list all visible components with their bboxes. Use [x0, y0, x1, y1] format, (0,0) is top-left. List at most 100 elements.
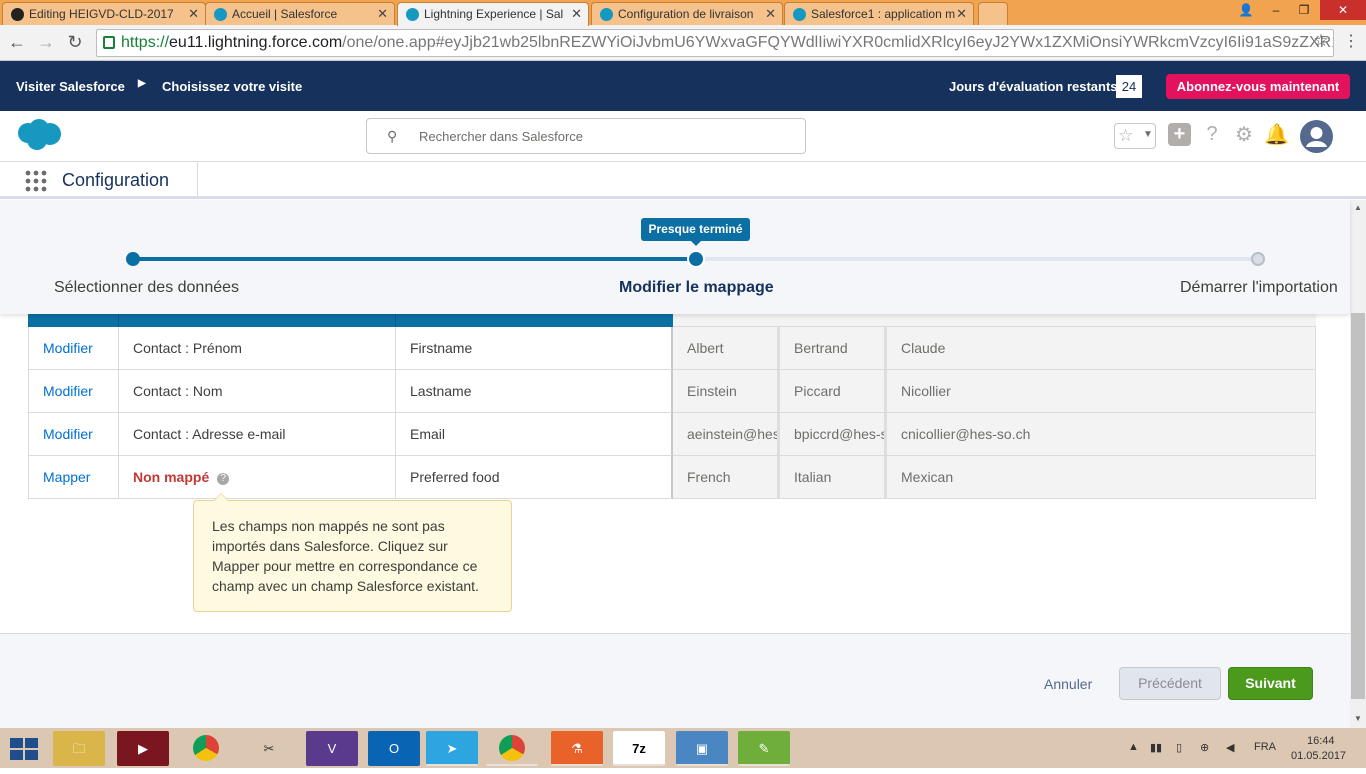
global-search-input[interactable]: ⚲ Rechercher dans Salesforce [366, 118, 806, 154]
snipping-tool-icon[interactable]: ✂ [243, 731, 295, 766]
forward-icon[interactable]: → [35, 32, 57, 53]
close-icon[interactable]: ✕ [956, 6, 967, 22]
sample-value: French [673, 456, 780, 499]
salesforce-logo[interactable] [16, 119, 62, 151]
close-icon[interactable]: ✕ [765, 6, 776, 22]
salesforce-field: Contact : Nom [119, 370, 396, 413]
tool-icon[interactable]: ⚗ [551, 731, 603, 766]
app-nav-bar: Configuration [0, 162, 1366, 199]
unmapped-tooltip: Les champs non mappés ne sont pas import… [193, 500, 512, 612]
favorites-button[interactable]: ☆ ▼ [1114, 123, 1156, 149]
source-column: Lastname [396, 370, 673, 413]
choose-tour-link[interactable]: Choisissez votre visite [162, 79, 302, 94]
global-header: ⚲ Rechercher dans Salesforce ☆ ▼ + ? ⚙ 🔔 [0, 111, 1366, 162]
menu-icon[interactable]: ⋮ [1340, 31, 1362, 51]
progress-bar-completed [133, 257, 696, 261]
network-icon[interactable]: ⊕ [1200, 741, 1209, 754]
edit-mapping-link[interactable]: Modifier [28, 413, 119, 456]
progress-bar-remaining [696, 257, 1258, 261]
subscribe-button[interactable]: Abonnez-vous maintenant [1166, 74, 1350, 99]
visit-salesforce-link[interactable]: Visiter Salesforce [16, 79, 125, 94]
salesforce-icon [214, 8, 227, 21]
user-avatar[interactable] [1300, 120, 1333, 153]
trial-days-label: Jours d'évaluation restants [949, 79, 1118, 94]
lock-icon [103, 36, 115, 49]
close-icon[interactable]: ✕ [377, 6, 388, 22]
tooltip-arrow-fill [214, 494, 228, 501]
next-button[interactable]: Suivant [1228, 667, 1313, 700]
step-todo-marker [1251, 252, 1265, 266]
gear-icon[interactable]: ⚙ [1232, 122, 1256, 147]
maximize-button[interactable]: ❐ [1290, 0, 1318, 20]
scroll-up-icon[interactable]: ▲ [1354, 203, 1362, 212]
app-launcher-icon[interactable] [25, 170, 47, 192]
signal-icon[interactable]: ▮▮ [1150, 741, 1162, 754]
7zip-icon[interactable]: 7z [613, 731, 665, 766]
previous-button[interactable]: Précédent [1119, 667, 1221, 700]
edit-mapping-link[interactable]: Modifier [28, 327, 119, 370]
chrome-icon[interactable] [180, 731, 232, 766]
cancel-button[interactable]: Annuler [1044, 676, 1092, 692]
back-icon[interactable]: ← [6, 32, 28, 53]
map-field-link[interactable]: Mapper [28, 456, 119, 499]
close-icon[interactable]: ✕ [571, 6, 582, 22]
browser-tab[interactable]: Salesforce1 : application m ✕ [784, 2, 974, 25]
star-icon: ☆ [1118, 126, 1134, 145]
windows-start-icon[interactable] [10, 738, 38, 760]
salesforce-icon [600, 8, 613, 21]
source-column: Email [396, 413, 673, 456]
wizard-footer: Annuler Précédent Suivant [0, 633, 1350, 728]
salesforce-field: Contact : Adresse e-mail [119, 413, 396, 456]
battery-icon[interactable]: ▯ [1176, 741, 1182, 754]
reload-icon[interactable]: ↻ [64, 32, 86, 53]
language-indicator[interactable]: FRA [1254, 741, 1276, 753]
new-tab-button[interactable] [978, 2, 1008, 25]
telegram-icon[interactable]: ➤ [426, 731, 478, 766]
unmapped-label: Non mappé [133, 469, 210, 485]
step-current-marker [689, 252, 703, 266]
sample-value: aeinstein@hes [673, 413, 780, 456]
scroll-down-icon[interactable]: ▼ [1354, 714, 1362, 723]
divider [197, 162, 198, 196]
global-actions-plus-icon[interactable]: + [1168, 123, 1191, 146]
import-progress-indicator: Presque terminé Sélectionner des données… [0, 200, 1350, 314]
scrollbar-thumb[interactable] [1351, 313, 1365, 699]
browser-tab-strip: Editing HEIGVD-CLD-2017 ✕ Accueil | Sale… [0, 0, 1366, 26]
user-icon [1306, 127, 1327, 147]
table-header-bar [28, 314, 673, 327]
sample-header-bar [673, 314, 1316, 327]
play-icon: ▶ [138, 78, 146, 89]
chevron-down-icon: ▼ [1143, 129, 1153, 140]
sample-value: Piccard [780, 370, 887, 413]
help-icon[interactable]: ? [1200, 123, 1224, 146]
sample-value: Mexican [887, 456, 1316, 499]
chrome-icon[interactable] [486, 731, 538, 766]
user-icon[interactable]: 👤 [1232, 0, 1260, 20]
image-viewer-icon[interactable]: ▣ [676, 731, 728, 766]
edit-mapping-link[interactable]: Modifier [28, 370, 119, 413]
progress-badge: Presque terminé [641, 218, 750, 241]
editor-icon[interactable]: ✎ [738, 731, 790, 766]
browser-tab[interactable]: Editing HEIGVD-CLD-2017 ✕ [2, 2, 206, 25]
sample-value: Bertrand [780, 327, 887, 370]
close-icon[interactable]: ✕ [188, 6, 199, 22]
file-explorer-icon[interactable]: 🗀 [53, 731, 105, 766]
close-window-button[interactable]: ✕ [1320, 0, 1366, 20]
bookmark-star-icon[interactable]: ☆ [1310, 31, 1332, 51]
github-icon [11, 8, 24, 21]
outlook-icon[interactable]: O [368, 731, 420, 766]
tray-chevron-icon[interactable]: ▲ [1128, 741, 1139, 753]
bell-icon[interactable]: 🔔 [1264, 122, 1289, 147]
sample-value: Albert [673, 327, 780, 370]
browser-tab[interactable]: Accueil | Salesforce ✕ [205, 2, 395, 25]
browser-tab-active[interactable]: Lightning Experience | Sal ✕ [397, 2, 589, 26]
sample-value: Italian [780, 456, 887, 499]
sample-value: Nicollier [887, 370, 1316, 413]
browser-tab[interactable]: Configuration de livraison ✕ [591, 2, 783, 25]
minimize-button[interactable]: – [1262, 0, 1290, 20]
url-input[interactable]: https://eu11.lightning.force.com/one/one… [96, 29, 1334, 57]
help-icon[interactable]: ? [217, 473, 230, 485]
volume-icon[interactable]: ◀ [1226, 741, 1234, 754]
media-player-icon[interactable]: ▶ [117, 731, 169, 766]
visio-icon[interactable]: V [306, 731, 358, 766]
